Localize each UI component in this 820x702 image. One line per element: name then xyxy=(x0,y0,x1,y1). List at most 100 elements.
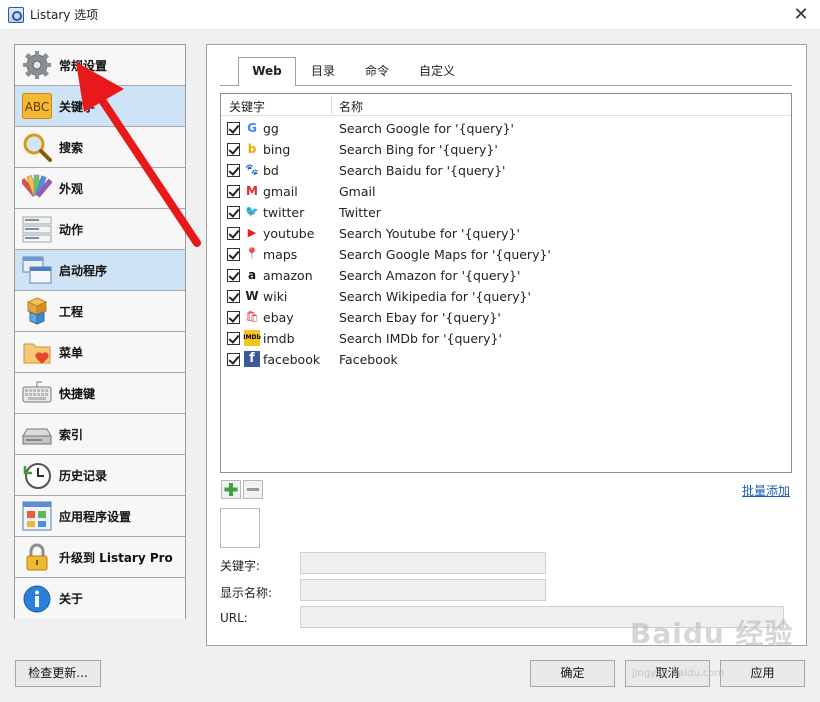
add-keyword-button[interactable] xyxy=(221,480,241,499)
title-bar: Listary 选项 ✕ xyxy=(0,0,820,30)
google-icon: G xyxy=(247,121,257,135)
sidebar-item-label: 历史记录 xyxy=(59,468,108,483)
row-checkbox[interactable] xyxy=(227,122,240,135)
row-checkbox[interactable] xyxy=(227,290,240,303)
ebay-icon: 🛍 xyxy=(245,310,259,323)
keyboard-icon xyxy=(21,377,53,409)
row-name: Search Amazon for '{query}' xyxy=(339,268,521,283)
sidebar-item-label: 应用程序设置 xyxy=(59,509,132,524)
bulk-add-link[interactable]: 批量添加 xyxy=(742,482,790,499)
table-row[interactable]: b bing Search Bing for '{query}' xyxy=(221,139,791,160)
row-name: Search IMDb for '{query}' xyxy=(339,331,502,346)
row-keyword: maps xyxy=(263,247,298,262)
sidebar-item-upgrade-pro[interactable]: 升级到 Listary Pro xyxy=(15,537,185,578)
row-name: Search Baidu for '{query}' xyxy=(339,163,506,178)
wikipedia-icon: W xyxy=(245,289,259,303)
baidu-watermark-url: jingyan.baidu.com xyxy=(632,668,725,679)
row-name: Facebook xyxy=(339,352,398,367)
remove-keyword-button[interactable] xyxy=(243,480,263,499)
sidebar-item-label: 搜索 xyxy=(59,140,84,155)
baidu-watermark: Baidu 经验 xyxy=(630,617,794,650)
sidebar-item-actions[interactable]: 动作 xyxy=(15,209,185,250)
sidebar-item-hotkeys[interactable]: 快捷键 xyxy=(15,373,185,414)
sidebar-item-appearance[interactable]: 外观 xyxy=(15,168,185,209)
check-updates-button[interactable]: 检查更新... xyxy=(15,660,101,687)
gear-icon xyxy=(21,49,53,81)
minus-icon xyxy=(247,488,259,491)
sidebar-item-general[interactable]: 常规设置 xyxy=(15,45,185,86)
display-name-input[interactable] xyxy=(300,579,546,601)
row-checkbox[interactable] xyxy=(227,311,240,324)
lock-icon xyxy=(21,541,53,573)
column-header-name[interactable]: 名称 xyxy=(339,98,363,115)
sidebar-item-index[interactable]: 索引 xyxy=(15,414,185,455)
sidebar-item-label: 快捷键 xyxy=(59,386,96,401)
row-keyword: gg xyxy=(263,121,279,136)
sidebar-item-app-settings[interactable]: 应用程序设置 xyxy=(15,496,185,537)
table-row[interactable]: Ggg Search Google for '{query}' xyxy=(221,118,791,139)
row-name: Search Youtube for '{query}' xyxy=(339,226,520,241)
clock-icon xyxy=(21,459,53,491)
table-row[interactable]: a amazon Search Amazon for '{query}' xyxy=(221,265,791,286)
table-row[interactable]: f facebook Facebook xyxy=(221,349,791,370)
tab-directory[interactable]: 目录 xyxy=(300,58,346,85)
apply-button[interactable]: 应用 xyxy=(720,660,805,687)
actions-icon xyxy=(21,213,53,245)
tab-web[interactable]: Web xyxy=(238,57,296,86)
url-field-label: URL: xyxy=(220,611,248,625)
table-row[interactable]: Wwiki Search Wikipedia for '{query}' xyxy=(221,286,791,307)
baidu-icon: 🐾 xyxy=(245,163,259,176)
info-icon xyxy=(21,583,53,615)
row-checkbox[interactable] xyxy=(227,332,240,345)
table-row[interactable]: 🐦 twitter Twitter xyxy=(221,202,791,223)
row-checkbox[interactable] xyxy=(227,143,240,156)
row-checkbox[interactable] xyxy=(227,227,240,240)
folder-heart-icon xyxy=(21,336,53,368)
sidebar-item-history[interactable]: 历史记录 xyxy=(15,455,185,496)
keyword-input[interactable] xyxy=(300,552,546,574)
magnifier-icon xyxy=(21,131,53,163)
row-name: Gmail xyxy=(339,184,376,199)
table-row[interactable]: ▶ youtube Search Youtube for '{query}' xyxy=(221,223,791,244)
row-checkbox[interactable] xyxy=(227,164,240,177)
row-checkbox[interactable] xyxy=(227,353,240,366)
keyword-list[interactable]: 关键字 名称 Ggg Search Google for '{query}' b bi… xyxy=(220,93,792,473)
plus-icon xyxy=(224,483,238,496)
row-keyword: bing xyxy=(263,142,291,157)
windows-icon xyxy=(21,254,53,286)
keyword-icon-preview[interactable] xyxy=(220,508,260,548)
sidebar-item-label: 动作 xyxy=(59,222,84,237)
sidebar-item-label: 工程 xyxy=(59,304,84,319)
sidebar-item-label: 菜单 xyxy=(59,345,84,360)
tab-commands[interactable]: 命令 xyxy=(352,58,402,85)
sidebar-item-keywords[interactable]: ABC 关键字 xyxy=(15,86,185,127)
sidebar-item-about[interactable]: 关于 xyxy=(15,578,185,619)
row-name: Search Google for '{query}' xyxy=(339,121,514,136)
row-keyword: twitter xyxy=(263,205,305,220)
close-icon[interactable]: ✕ xyxy=(788,2,814,28)
table-row[interactable]: Mgmail Gmail xyxy=(221,181,791,202)
row-name: Search Ebay for '{query}' xyxy=(339,310,501,325)
sidebar-item-label: 升级到 Listary Pro xyxy=(59,550,173,565)
row-checkbox[interactable] xyxy=(227,269,240,282)
sidebar-item-project[interactable]: 工程 xyxy=(15,291,185,332)
column-header-keyword[interactable]: 关键字 xyxy=(229,98,265,115)
imdb-icon: IMDb xyxy=(243,330,261,346)
table-row[interactable]: 📍 maps Search Google Maps for '{query}' xyxy=(221,244,791,265)
sidebar-item-launcher[interactable]: 启动程序 xyxy=(15,250,185,291)
sidebar-item-menu[interactable]: 菜单 xyxy=(15,332,185,373)
app-grid-icon xyxy=(21,500,53,532)
tab-custom[interactable]: 自定义 xyxy=(408,58,466,85)
table-row[interactable]: IMDb imdb Search IMDb for '{query}' xyxy=(221,328,791,349)
row-keyword: bd xyxy=(263,163,279,178)
row-checkbox[interactable] xyxy=(227,248,240,261)
row-keyword: youtube xyxy=(263,226,315,241)
table-row[interactable]: 🐾 bd Search Baidu for '{query}' xyxy=(221,160,791,181)
row-checkbox[interactable] xyxy=(227,185,240,198)
table-row[interactable]: 🛍 ebay Search Ebay for '{query}' xyxy=(221,307,791,328)
twitter-icon: 🐦 xyxy=(245,205,259,218)
tab-divider xyxy=(220,85,792,86)
row-checkbox[interactable] xyxy=(227,206,240,219)
sidebar-item-search[interactable]: 搜索 xyxy=(15,127,185,168)
ok-button[interactable]: 确定 xyxy=(530,660,615,687)
